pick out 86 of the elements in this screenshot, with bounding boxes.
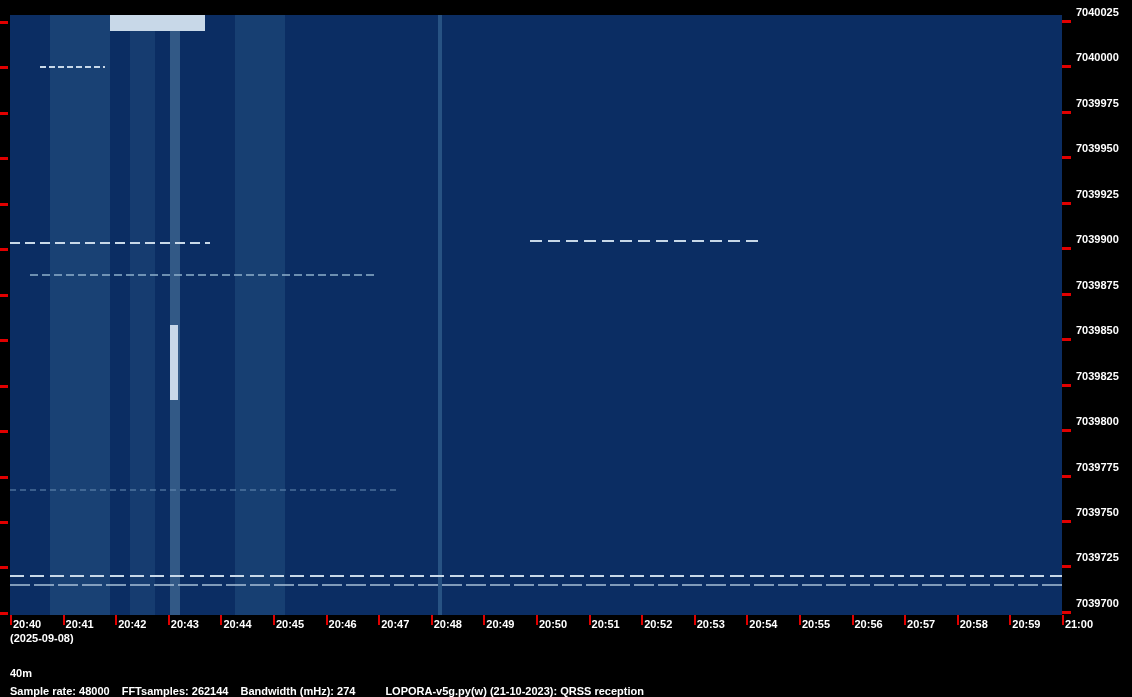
tick-mark (693, 615, 696, 625)
tick-mark (0, 384, 8, 388)
time-label: 20:52 (644, 618, 673, 631)
tick-mark (1062, 474, 1071, 478)
tick-mark (1062, 110, 1071, 114)
time-label: 20:48 (433, 618, 462, 631)
band-label: 40m (9, 667, 33, 680)
tick-mark (0, 111, 8, 115)
tick-mark (0, 475, 8, 479)
frequency-label: 7039800 (1076, 415, 1119, 429)
info-text: LOPORA-v5g.py(w) (21-10-2023): QRSS reception (385, 685, 644, 697)
time-label: 20:54 (749, 618, 778, 631)
tick-mark (641, 615, 644, 625)
frequency-label: 7039775 (1076, 460, 1119, 474)
time-label: 20:57 (907, 618, 936, 631)
tick-mark (1062, 338, 1071, 342)
tick-mark (0, 521, 8, 524)
tick-mark (0, 202, 8, 206)
info-text: FFTsamples: 262144 (121, 685, 229, 697)
tick-mark (483, 615, 486, 625)
time-label: 20:53 (696, 618, 725, 631)
frequency-label: 7039975 (1076, 96, 1119, 110)
tick-mark (115, 615, 118, 625)
tick-mark (1062, 201, 1071, 205)
time-label: 20:41 (65, 618, 94, 631)
time-label: 20:56 (854, 618, 883, 631)
frequency-label: 7039850 (1076, 324, 1119, 338)
tick-mark (1062, 65, 1071, 69)
tick-mark (220, 615, 223, 625)
time-label: 20:43 (170, 618, 199, 631)
tick-mark (1062, 383, 1071, 387)
tick-mark (1009, 615, 1012, 625)
time-label: 20:40 (13, 618, 42, 631)
frequency-label: 7040000 (1076, 51, 1119, 65)
frequency-label: 7039925 (1076, 187, 1119, 201)
tick-mark (0, 66, 8, 70)
time-label: 21:00 (1064, 618, 1093, 631)
tick-mark (1062, 247, 1071, 251)
tick-mark (0, 248, 8, 252)
tick-mark (1062, 292, 1071, 296)
time-label: 20:49 (486, 618, 515, 631)
tick-mark (0, 21, 8, 24)
time-label: 20:55 (801, 618, 831, 631)
time-label: 20:59 (1012, 618, 1041, 631)
frequency-label: 7039875 (1076, 278, 1119, 292)
tick-mark (588, 615, 591, 625)
tick-mark (535, 615, 538, 625)
time-label: 20:58 (959, 618, 988, 631)
time-label: 20:44 (223, 618, 252, 631)
tick-mark (0, 293, 8, 297)
tick-mark (1062, 156, 1071, 160)
frequency-label: 7039825 (1076, 369, 1119, 383)
tick-mark (62, 615, 65, 625)
frequency-label: 7039700 (1076, 596, 1119, 610)
date-label: (2025-09-08) (9, 632, 74, 645)
frequency-label: 7040025 (1076, 6, 1119, 19)
tick-mark (0, 157, 8, 161)
tick-mark (746, 615, 749, 625)
frequency-label: 7039725 (1076, 551, 1119, 565)
tick-mark (1062, 429, 1071, 433)
tick-mark (956, 615, 959, 625)
tick-mark (0, 430, 8, 434)
tick-mark (0, 339, 8, 343)
time-label: 20:51 (591, 618, 620, 631)
tick-mark (1062, 20, 1071, 23)
frequency-label: 7039950 (1076, 142, 1119, 156)
tick-mark (798, 615, 801, 625)
time-label: 20:46 (328, 618, 357, 631)
time-label: 20:42 (118, 618, 147, 631)
tick-mark (904, 615, 907, 625)
tick-mark (851, 615, 854, 625)
tick-mark (1062, 520, 1071, 523)
tick-mark (0, 566, 8, 570)
frequency-label: 7039750 (1076, 506, 1119, 519)
tick-mark (378, 615, 381, 625)
info-text: Sample rate: 48000 (10, 685, 110, 697)
info-text: Bandwidth (mHz): 274 (240, 685, 356, 697)
tick-mark (430, 615, 433, 625)
tick-mark (325, 615, 328, 625)
frequency-label: 7039900 (1076, 233, 1119, 247)
time-label: 20:45 (275, 618, 305, 631)
tick-mark (1062, 565, 1071, 569)
time-label: 20:47 (381, 618, 410, 631)
time-label: 20:50 (538, 618, 568, 631)
tick-mark (272, 615, 275, 625)
tick-mark (167, 615, 170, 625)
